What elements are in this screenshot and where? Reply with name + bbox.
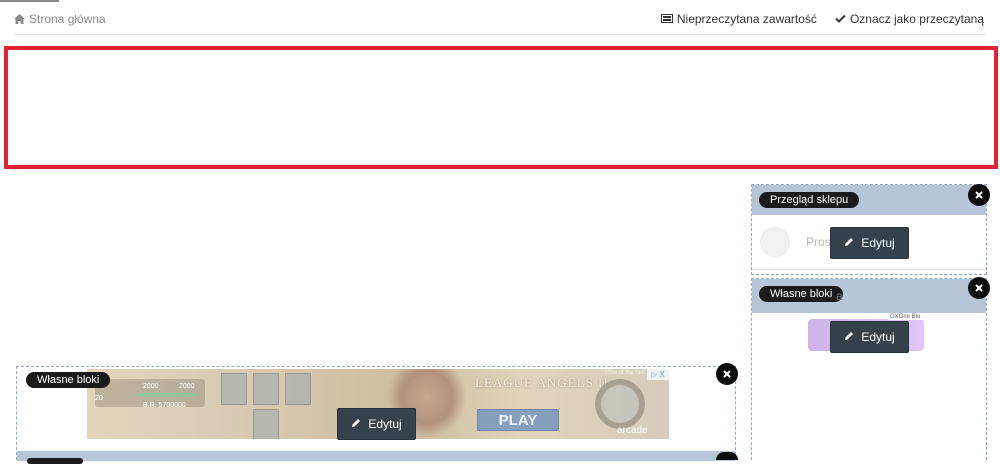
edit-button[interactable]: Edytuj	[337, 408, 416, 440]
mark-read-label: Oznacz jako przeczytaną	[849, 12, 984, 26]
ad-stat-1: 2000	[143, 383, 159, 390]
edit-button-label: Edytuj	[368, 417, 402, 431]
unread-content-link[interactable]: Nieprzeczytana zawartość	[660, 12, 817, 26]
pencil-icon	[844, 330, 854, 344]
ad-logo: LEAGUE ANGELS II	[475, 375, 609, 390]
right-custom-block: Własne bloki a OXOne Blu Edytuj	[751, 278, 987, 460]
block-content-text: a	[836, 289, 843, 303]
pencil-icon	[844, 236, 854, 250]
close-icon[interactable]	[968, 277, 990, 299]
unread-content-label: Nieprzeczytana zawartość	[676, 12, 817, 26]
divider	[752, 269, 986, 270]
pencil-icon	[351, 417, 361, 431]
ad-card	[221, 373, 247, 405]
ad-choices-icon[interactable]: ▷ X	[647, 369, 669, 380]
breadcrumb: Strona główna Nieprzeczytana zawartość O…	[14, 0, 986, 35]
inbox-icon	[660, 12, 673, 26]
edit-button-label: Edytuj	[861, 330, 895, 344]
shop-overview-block: Przegląd sklepu Pros Edytuj	[751, 184, 987, 275]
block-content-text: Pros	[806, 235, 831, 249]
block-tag: Własne bloki	[759, 286, 844, 302]
ad-brand: arcade	[617, 425, 648, 436]
ad-card	[253, 373, 279, 405]
edit-button[interactable]: Edytuj	[830, 227, 909, 259]
mark-read-link[interactable]: Oznacz jako przeczytaną	[835, 12, 984, 26]
block-tag: Przegląd sklepu	[759, 192, 860, 208]
ad-skill-wheel	[595, 379, 645, 429]
ad-play-button[interactable]: PLAY	[477, 409, 559, 431]
checkmark-icon	[835, 12, 846, 26]
ad-card	[253, 409, 279, 439]
ad-corner-tag: Rise of the hell	[605, 370, 645, 376]
ad-health-bar	[137, 393, 197, 397]
advertisement-banner	[4, 46, 998, 169]
ad-card	[285, 373, 311, 405]
ad-br-label: B.R. 5700000	[143, 402, 186, 409]
breadcrumb-home-label: Strona główna	[29, 12, 106, 26]
block-tag: Własne bloki	[26, 372, 111, 388]
breadcrumb-home[interactable]: Strona główna	[14, 12, 106, 26]
ad-stat-2: 2000	[179, 383, 195, 390]
edit-button[interactable]: Edytuj	[830, 321, 909, 353]
ad-level: 20	[95, 395, 103, 402]
home-icon	[14, 14, 25, 24]
close-icon[interactable]	[968, 184, 990, 206]
left-custom-block: 20 2000 2000 B.R. 5700000 LEAGUE ANGELS …	[16, 366, 736, 464]
close-icon[interactable]	[716, 452, 738, 460]
close-icon[interactable]	[716, 363, 738, 385]
avatar	[760, 227, 790, 257]
thumbnail-caption: OXOne Blu	[888, 314, 923, 320]
edit-button-label: Edytuj	[861, 236, 895, 250]
next-block-tag	[27, 458, 83, 464]
